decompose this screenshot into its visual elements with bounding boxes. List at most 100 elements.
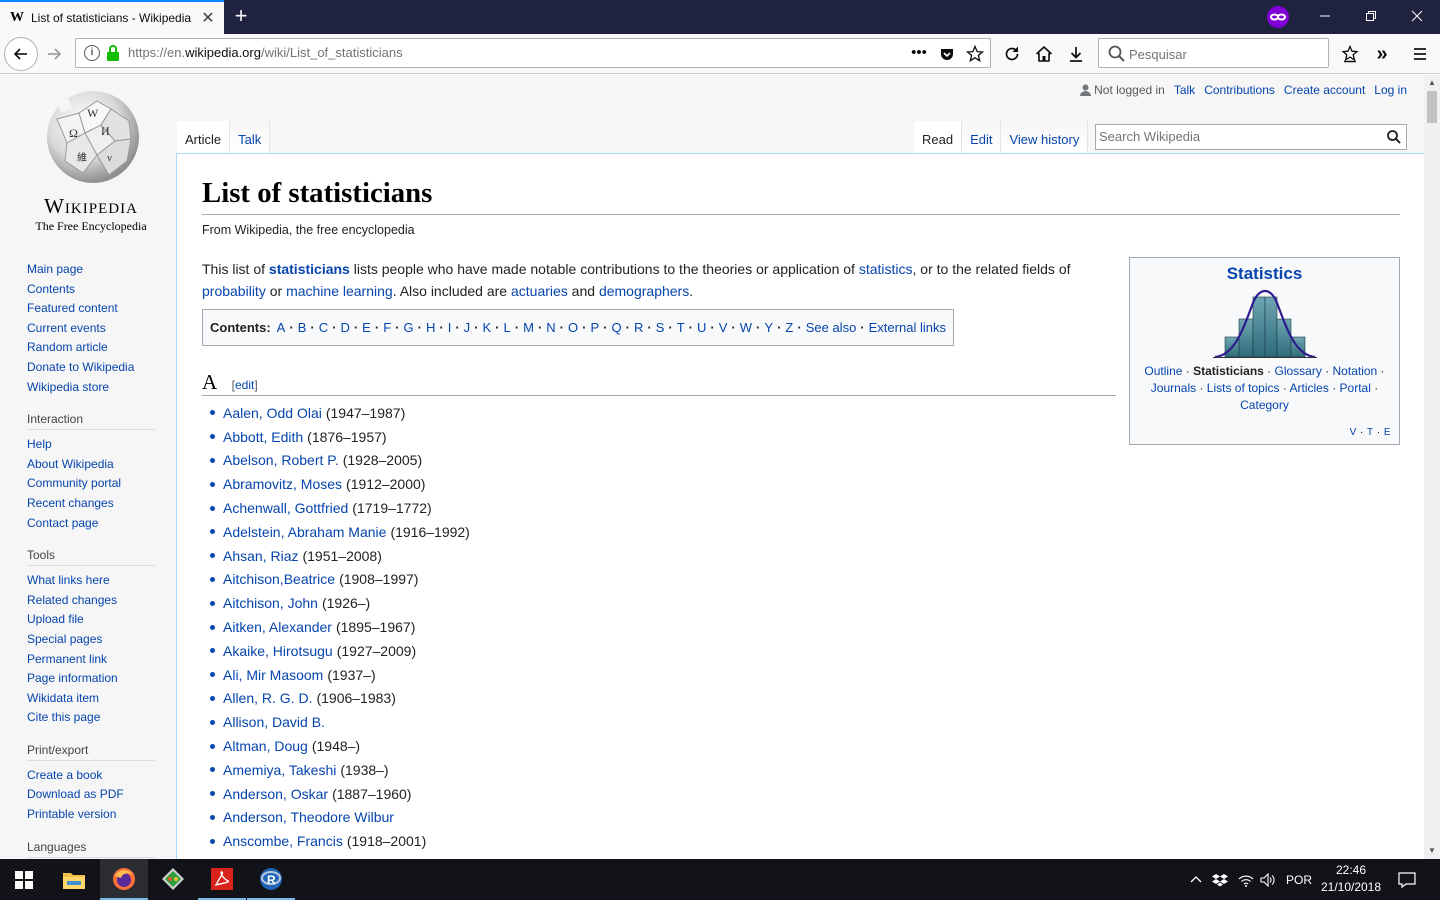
toc-link-k[interactable]: K: [483, 320, 492, 335]
r-icon[interactable]: R: [247, 859, 295, 900]
toc-link-j[interactable]: J: [464, 320, 471, 335]
more-icon[interactable]: •••: [908, 43, 930, 65]
sidebar-item-recent-changes[interactable]: Recent changes: [27, 495, 155, 515]
git-icon[interactable]: [149, 859, 197, 900]
statistician-link[interactable]: Abelson, Robert P.: [223, 450, 339, 470]
statistician-link[interactable]: Ahsan, Riaz: [223, 546, 298, 566]
toc-link-m[interactable]: M: [523, 320, 534, 335]
statistician-link[interactable]: Allison, David B.: [223, 712, 325, 732]
toc-link-g[interactable]: G: [403, 320, 413, 335]
sidebar-item-download-as-pdf[interactable]: Download as PDF: [27, 786, 155, 806]
toc-link-v[interactable]: V: [719, 320, 728, 335]
statistician-link[interactable]: Amemiya, Takeshi: [223, 760, 336, 780]
navbox-title[interactable]: Statistics: [1130, 264, 1399, 284]
statistician-link[interactable]: Adelstein, Abraham Manie: [223, 522, 386, 542]
statistician-link[interactable]: Anderson, Oskar: [223, 784, 328, 804]
action-center-notification-icon[interactable]: [1396, 871, 1418, 889]
search-icon[interactable]: [1386, 129, 1402, 145]
toc-link-t[interactable]: T: [677, 320, 685, 335]
forward-icon[interactable]: [40, 40, 68, 68]
toc-link-r[interactable]: R: [634, 320, 643, 335]
toc-link-i[interactable]: I: [448, 320, 452, 335]
toc-link-b[interactable]: B: [298, 320, 307, 335]
scrollbar-thumb[interactable]: [1427, 91, 1437, 123]
statisticians-link[interactable]: statisticians: [269, 261, 350, 277]
navbox-view-link[interactable]: V: [1350, 427, 1357, 438]
navbox-portal-link[interactable]: Portal: [1340, 381, 1371, 395]
sidebar-item-community-portal[interactable]: Community portal: [27, 475, 155, 495]
new-tab-button[interactable]: +: [230, 4, 252, 30]
statistician-link[interactable]: Aitchison, John: [223, 593, 318, 613]
statistician-link[interactable]: Aitken, Alexander: [223, 617, 332, 637]
scroll-down-arrow-icon[interactable]: ▼: [1424, 843, 1440, 859]
wikipedia-logo[interactable]: W Ω И 維 ν Wikipedia The Free Encyclopedi…: [27, 89, 155, 233]
reload-icon[interactable]: [998, 40, 1026, 68]
navbox-articles-link[interactable]: Articles: [1290, 381, 1329, 395]
statistician-link[interactable]: Ali, Mir Masoom: [223, 665, 323, 685]
navbox-notation-link[interactable]: Notation: [1333, 364, 1378, 378]
sidebar-item-main-page[interactable]: Main page: [27, 261, 155, 281]
browser-tab[interactable]: W List of statisticians - Wikipedia ✕: [0, 0, 224, 34]
toc-link-o[interactable]: O: [568, 320, 578, 335]
sidebar-item-contents[interactable]: Contents: [27, 281, 155, 301]
sidebar-item-related-changes[interactable]: Related changes: [27, 592, 155, 612]
sidebar-item-wikidata-item[interactable]: Wikidata item: [27, 690, 155, 710]
windows-start-button[interactable]: [0, 859, 48, 900]
tab-view-history[interactable]: View history: [1001, 121, 1089, 153]
statistician-link[interactable]: Aalen, Odd Olai: [223, 403, 322, 423]
sidebar-item-featured-content[interactable]: Featured content: [27, 300, 155, 320]
firefox-icon[interactable]: [100, 859, 148, 900]
url-bar[interactable]: i https://en.wikipedia.org/wiki/List_of_…: [75, 38, 991, 68]
statistician-link[interactable]: Allen, R. G. D.: [223, 688, 312, 708]
dropbox-icon[interactable]: [1210, 871, 1230, 889]
sidebar-item-current-events[interactable]: Current events: [27, 320, 155, 340]
toc-link-p[interactable]: P: [590, 320, 599, 335]
navbox-edit-link[interactable]: E: [1384, 427, 1391, 438]
toc-link-h[interactable]: H: [426, 320, 435, 335]
sidebar-item-about-wikipedia[interactable]: About Wikipedia: [27, 456, 155, 476]
sidebar-heading-languages[interactable]: Languages: [27, 840, 155, 858]
statistics-link[interactable]: statistics: [859, 261, 913, 277]
show-hidden-icons-chevron-icon[interactable]: [1186, 871, 1206, 889]
close-window-button[interactable]: [1394, 0, 1440, 34]
statistician-link[interactable]: Abramovitz, Moses: [223, 474, 342, 494]
browser-search-input[interactable]: [1129, 44, 1319, 64]
statistician-link[interactable]: Altman, Doug: [223, 736, 308, 756]
sidebar-item-create-a-book[interactable]: Create a book: [27, 767, 155, 787]
section-edit-link[interactable]: edit: [235, 378, 254, 392]
acrobat-icon[interactable]: [198, 859, 246, 900]
statistician-link[interactable]: Achenwall, Gottfried: [223, 498, 348, 518]
personal-talk-link[interactable]: Talk: [1174, 83, 1195, 97]
tab-close-icon[interactable]: ✕: [198, 8, 218, 28]
restore-window-button[interactable]: [1348, 0, 1394, 34]
tab-article[interactable]: Article: [177, 121, 231, 153]
actuaries-link[interactable]: actuaries: [511, 283, 568, 299]
file-explorer-icon[interactable]: [50, 859, 98, 900]
minimize-window-button[interactable]: [1302, 0, 1348, 34]
toc-link-f[interactable]: F: [383, 320, 391, 335]
tab-talk[interactable]: Talk: [230, 121, 271, 153]
url-text[interactable]: https://en.wikipedia.org/wiki/List_of_st…: [128, 45, 403, 60]
sidebar-item-special-pages[interactable]: Special pages: [27, 631, 155, 651]
navbox-outline-link[interactable]: Outline: [1144, 364, 1182, 378]
toc-link-a[interactable]: A: [277, 320, 286, 335]
page-scrollbar[interactable]: ▲ ▼: [1424, 75, 1440, 859]
tab-read[interactable]: Read: [914, 121, 963, 153]
sidebar-item-permanent-link[interactable]: Permanent link: [27, 651, 155, 671]
menu-icon[interactable]: [1406, 40, 1434, 68]
navbox-glossary-link[interactable]: Glossary: [1275, 364, 1322, 378]
sidebar-item-wikipedia-store[interactable]: Wikipedia store: [27, 379, 155, 399]
taskbar-clock[interactable]: 22:46 21/10/2018: [1318, 862, 1384, 896]
sidebar-item-page-information[interactable]: Page information: [27, 670, 155, 690]
toc-link-n[interactable]: N: [546, 320, 555, 335]
sidebar-item-donate-to-wikipedia[interactable]: Donate to Wikipedia: [27, 359, 155, 379]
toc-link-l[interactable]: L: [504, 320, 511, 335]
toc-link-d[interactable]: D: [340, 320, 349, 335]
sidebar-item-random-article[interactable]: Random article: [27, 339, 155, 359]
sidebar-item-printable-version[interactable]: Printable version: [27, 806, 155, 826]
navbox-journals-link[interactable]: Journals: [1151, 381, 1196, 395]
wikipedia-search-input[interactable]: [1099, 129, 1379, 144]
bookmark-star-icon[interactable]: [964, 43, 986, 65]
toc-link-q[interactable]: Q: [612, 320, 622, 335]
toc-link-u[interactable]: U: [697, 320, 706, 335]
